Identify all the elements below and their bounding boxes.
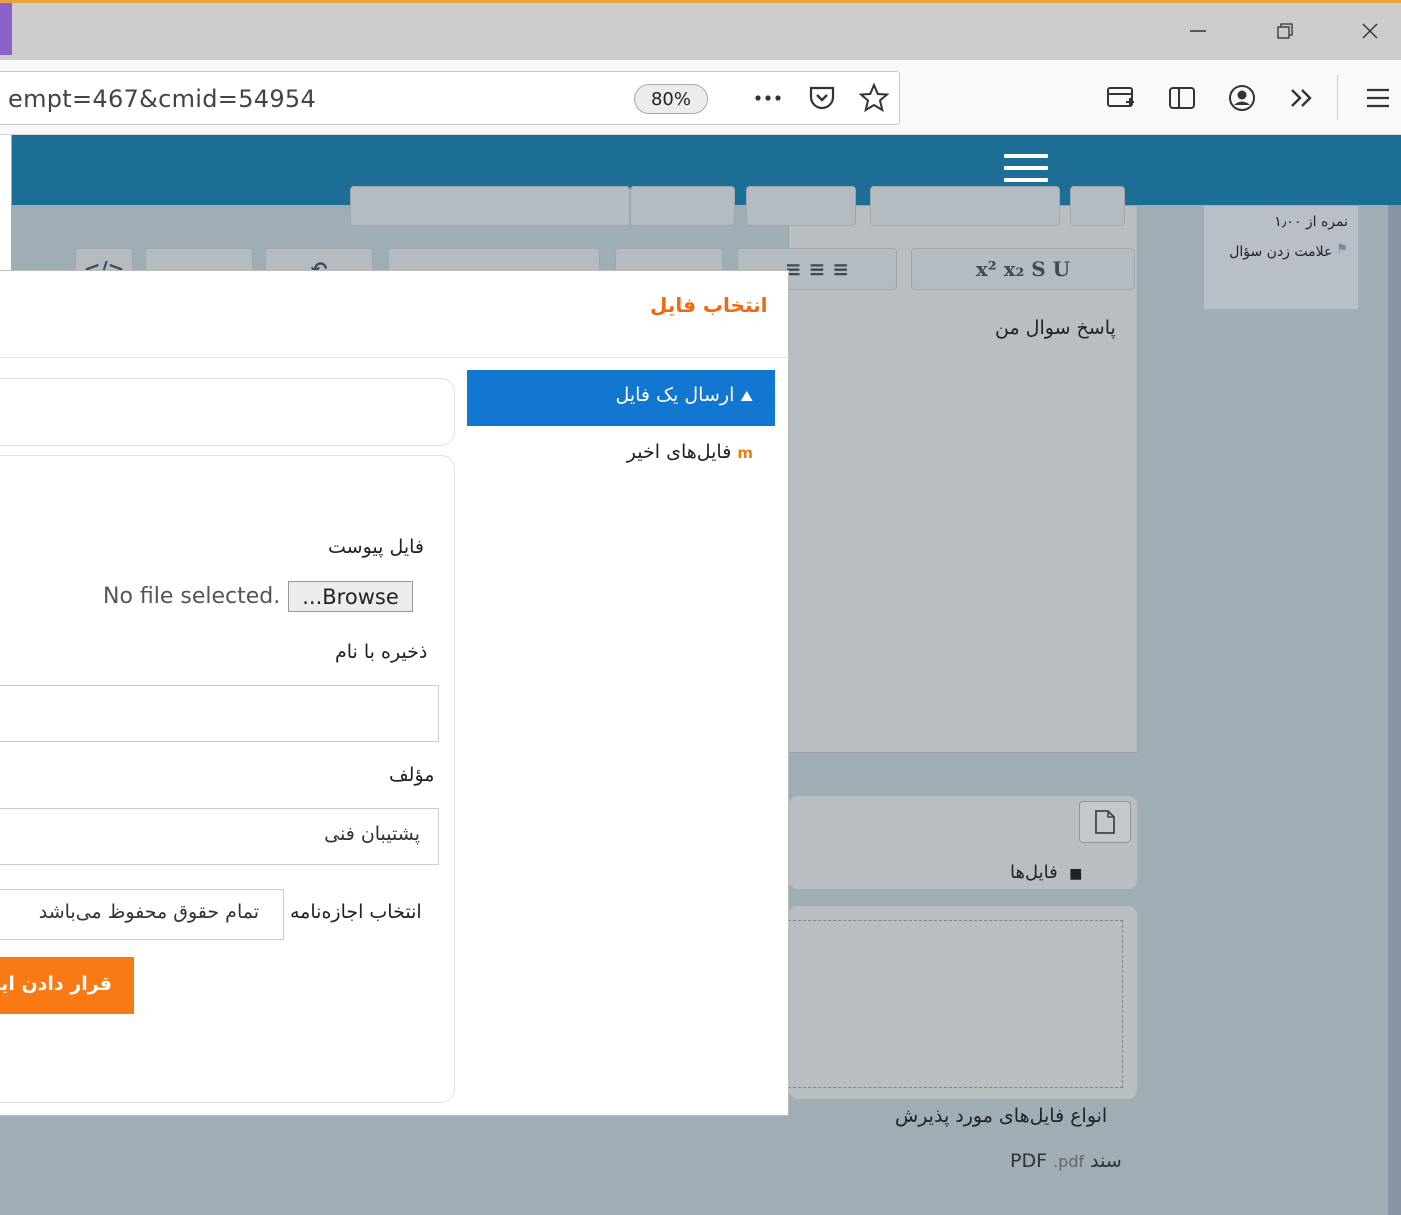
url-text[interactable]: empt=467&cmid=54954 [8, 85, 316, 113]
synced-tabs-icon[interactable] [1101, 79, 1141, 117]
drop-zone-dashed[interactable] [788, 920, 1123, 1088]
repository-recent-item[interactable]: m فایل‌های اخیر [467, 437, 775, 473]
flag-question-link[interactable]: علامت زدن سؤال [1227, 242, 1332, 263]
page-actions-icon[interactable] [748, 79, 788, 117]
file-picker-title: انتخاب فایل [650, 293, 768, 317]
toolbar-group-lists [746, 186, 856, 226]
attachment-label: فایل پیوست [328, 536, 425, 558]
menu-icon[interactable] [1358, 79, 1398, 117]
zoom-indicator[interactable]: 80% [634, 84, 708, 114]
account-icon[interactable] [1222, 79, 1262, 117]
accepted-type-ext: .pdf [1053, 1152, 1085, 1171]
editor-toolbar-row-1 [350, 186, 1130, 230]
repository-recent-label: فایل‌های اخیر [626, 441, 732, 463]
toolbar-group-links [630, 186, 735, 226]
toolbar-expand [1070, 186, 1125, 226]
upload-repository-icon: ⛰ [740, 387, 753, 405]
files-folder-label: ■ فایل‌ها [1010, 862, 1082, 883]
accepted-type-pdf: سند PDF .pdf [1010, 1150, 1122, 1172]
sidebar-toggle-icon[interactable] [1162, 79, 1202, 117]
nav-drawer-toggle-icon[interactable] [1004, 154, 1048, 186]
dialog-header-divider [0, 357, 789, 358]
path-bar [0, 378, 455, 446]
accepted-types-title: انواع فایل‌های مورد پذیرش [895, 1105, 1108, 1127]
question-info-box: نمره از ۱٫۰۰ ⚑ علامت زدن سؤال [1203, 205, 1359, 310]
toolbar-group-format [870, 186, 1060, 226]
license-label: انتخاب اجازه‌نامه [290, 901, 422, 923]
restore-icon[interactable] [1265, 14, 1305, 48]
toolbar-separator [1337, 75, 1338, 120]
overflow-chevron-icon[interactable] [1282, 79, 1322, 117]
toolbar-group-media [350, 186, 630, 226]
repository-upload-label: ارسال یک فایل [615, 384, 735, 406]
author-label: مؤلف [389, 764, 435, 786]
no-file-selected-text: No file selected. [103, 584, 281, 609]
flag-icon: ⚑ [1336, 242, 1348, 257]
minimize-icon[interactable] [1178, 14, 1218, 48]
recent-files-icon: m [737, 444, 753, 462]
repository-upload-item[interactable]: ⛰ ارسال یک فایل [467, 370, 775, 426]
author-input[interactable]: پشتیبان فنی [0, 808, 439, 865]
browse-button[interactable]: ...Browse [288, 581, 413, 612]
folder-icon: ■ [1069, 866, 1083, 882]
files-label-text: فایل‌ها [1010, 862, 1058, 883]
close-icon[interactable] [1350, 14, 1390, 48]
question-grade: نمره از ۱٫۰۰ [1274, 214, 1348, 230]
script-group[interactable]: x² x₂ S U [911, 248, 1135, 290]
pocket-icon[interactable] [802, 79, 842, 117]
scrollbar-strip[interactable] [1388, 205, 1401, 1215]
save-as-label: ذخیره با نام [335, 641, 428, 663]
bookmark-star-icon[interactable] [854, 79, 894, 117]
upload-this-file-button[interactable]: قرار دادن این فایل [0, 957, 134, 1014]
save-as-input[interactable] [0, 685, 439, 742]
add-file-icon[interactable] [1079, 801, 1131, 843]
license-select[interactable]: تمام حقوق محفوظ می‌باشد [0, 889, 284, 940]
answer-label: پاسخ سوال من [995, 317, 1116, 339]
background-window-edge [0, 3, 12, 55]
